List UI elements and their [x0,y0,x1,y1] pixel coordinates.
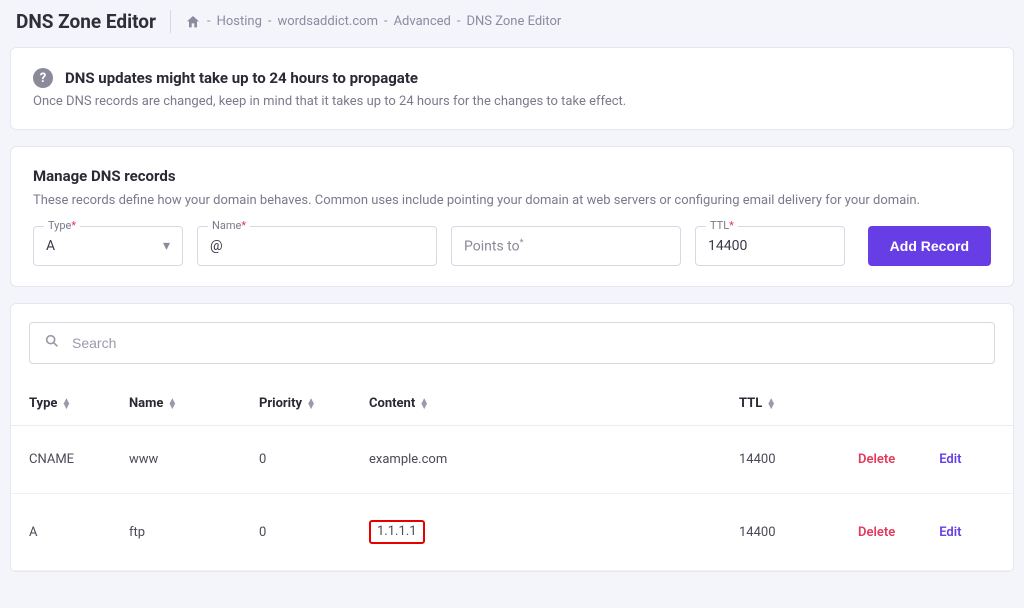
notice-card: ? DNS updates might take up to 24 hours … [10,47,1014,130]
cell-ttl: 14400 [739,452,854,467]
header-name[interactable]: Name▲▼ [129,396,259,411]
name-value: @ [210,238,424,254]
ttl-value: 14400 [708,238,832,254]
edit-button[interactable]: Edit [939,452,961,467]
header-priority[interactable]: Priority▲▼ [259,396,369,411]
name-input[interactable]: Name* @ [197,226,437,266]
breadcrumb-item-advanced[interactable]: Advanced [394,14,451,29]
manage-title: Manage DNS records [33,167,991,185]
table-row: CNAME www 0 example.com 14400 Delete Edi… [11,426,1013,494]
header-type[interactable]: Type▲▼ [29,396,129,411]
page-title: DNS Zone Editor [16,10,171,33]
cell-name: ftp [129,525,259,540]
cell-ttl: 14400 [739,525,854,540]
search-icon [44,333,60,353]
edit-button[interactable]: Edit [939,525,961,540]
add-record-button[interactable]: Add Record [868,226,991,266]
sort-icon: ▲▼ [419,399,429,409]
breadcrumb-item-current: DNS Zone Editor [466,14,561,29]
cell-content: 1.1.1.1 [369,520,739,544]
delete-button[interactable]: Delete [858,452,895,467]
manage-desc: These records define how your domain beh… [33,193,991,208]
sort-icon: ▲▼ [306,399,316,409]
breadcrumb-sep: - [268,14,272,29]
breadcrumb-sep: - [207,14,211,29]
breadcrumb: - Hosting - wordsaddict.com - Advanced -… [185,14,561,30]
home-icon[interactable] [185,14,201,30]
highlighted-content: 1.1.1.1 [369,520,425,544]
notice-title: DNS updates might take up to 24 hours to… [65,69,418,87]
search-input[interactable] [72,335,980,351]
cell-type: CNAME [29,452,129,467]
table-header: Type▲▼ Name▲▼ Priority▲▼ Content▲▼ TTL▲▼ [11,382,1013,426]
type-select[interactable]: Type* A ▾ [33,226,183,266]
chevron-down-icon: ▾ [163,238,170,254]
cell-content: example.com [369,452,739,467]
cell-priority: 0 [259,525,369,540]
cell-name: www [129,452,259,467]
table-row: A ftp 0 1.1.1.1 14400 Delete Edit [11,494,1013,571]
sort-icon: ▲▼ [167,399,177,409]
header-content[interactable]: Content▲▼ [369,396,739,411]
manage-card: Manage DNS records These records define … [10,146,1014,287]
header-ttl[interactable]: TTL▲▼ [739,396,854,411]
delete-button[interactable]: Delete [858,525,895,540]
points-to-input[interactable]: Points to* [451,226,681,266]
type-value: A [46,238,163,254]
notice-body: Once DNS records are changed, keep in mi… [33,94,991,109]
search-box[interactable] [29,322,995,364]
breadcrumb-item-domain[interactable]: wordsaddict.com [277,14,378,29]
sort-icon: ▲▼ [766,399,776,409]
add-record-form: Type* A ▾ Name* @ Points to* TTL* 14400 … [33,226,991,266]
ttl-input[interactable]: TTL* 14400 [695,226,845,266]
points-to-placeholder: Points to* [464,238,668,255]
cell-type: A [29,525,129,540]
sort-icon: ▲▼ [61,399,71,409]
records-table-card: Type▲▼ Name▲▼ Priority▲▼ Content▲▼ TTL▲▼… [10,303,1014,572]
breadcrumb-sep: - [457,14,461,29]
cell-priority: 0 [259,452,369,467]
breadcrumb-item-hosting[interactable]: Hosting [217,14,262,29]
breadcrumb-sep: - [384,14,388,29]
help-icon: ? [33,68,53,88]
